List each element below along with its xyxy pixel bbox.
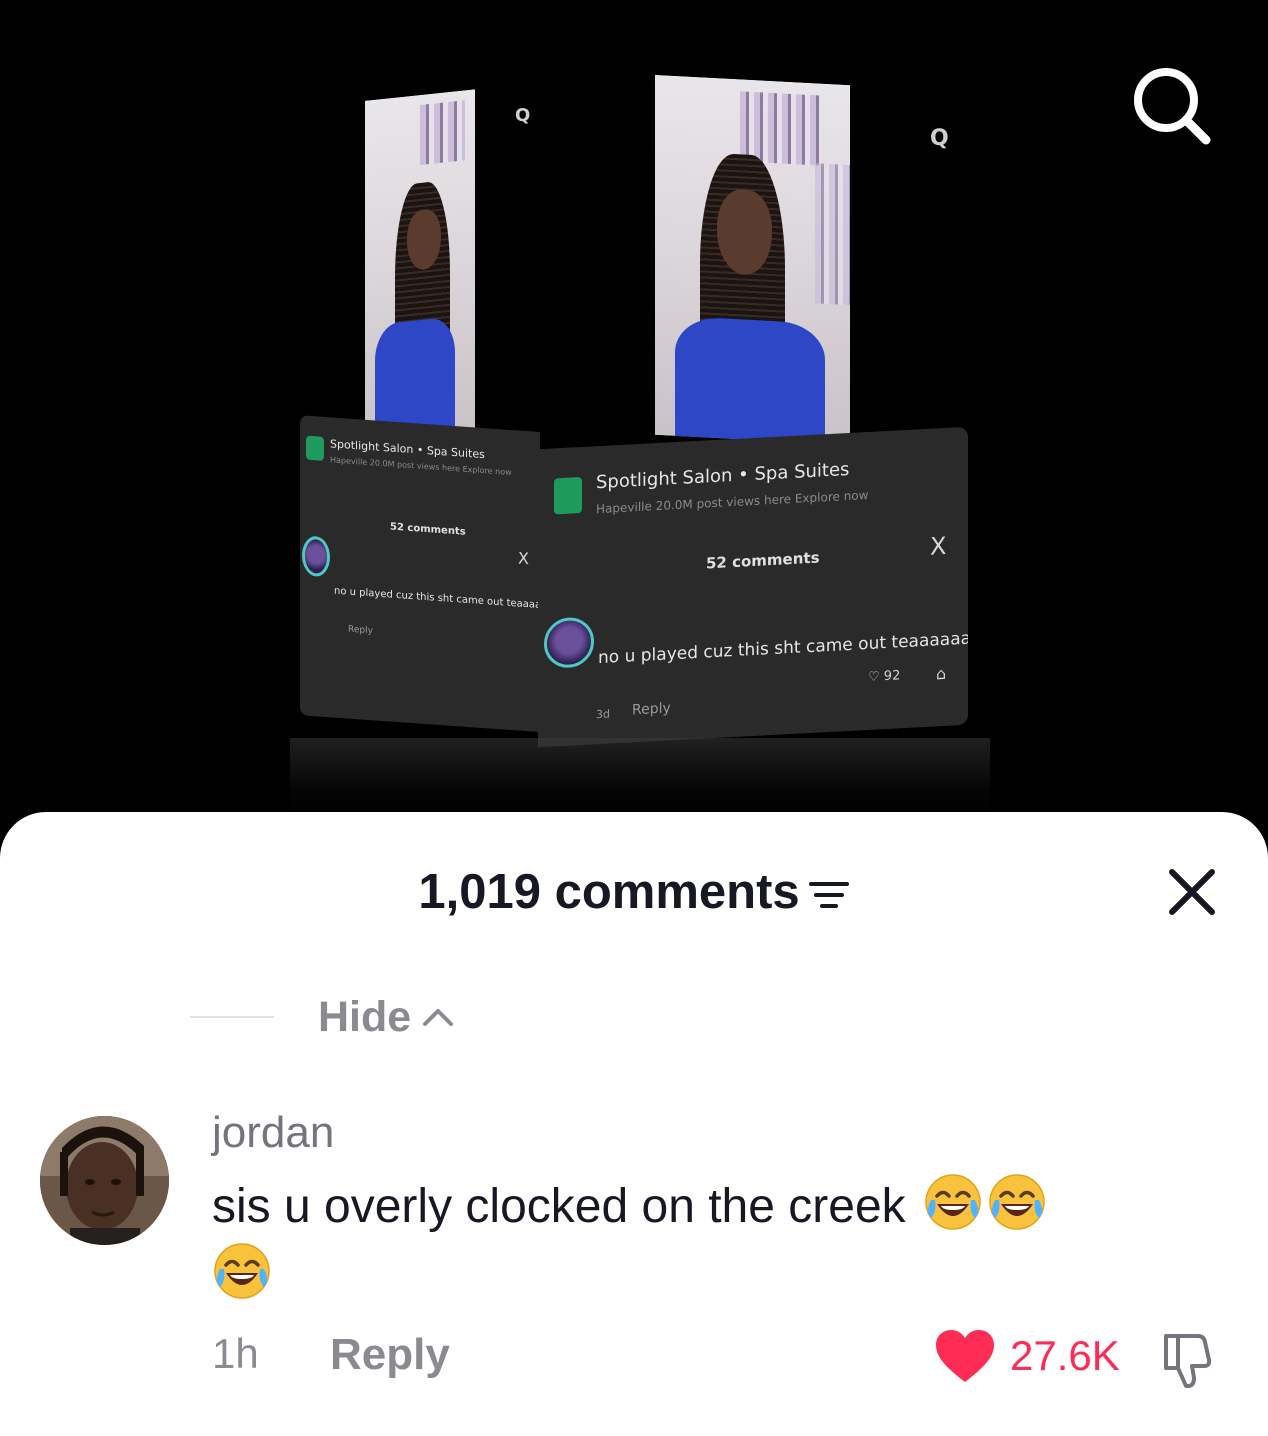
close-comments-button[interactable] bbox=[1162, 862, 1222, 922]
embedded-comment-time: 3d bbox=[596, 707, 610, 722]
embedded-account-name: Spotlight Salon • Spa Suites bbox=[596, 458, 850, 494]
embedded-like-count: 92 bbox=[883, 668, 901, 685]
embedded-subline: Hapeville 20.0M post views here Explore … bbox=[596, 487, 869, 517]
commenter-avatar[interactable] bbox=[40, 1116, 169, 1245]
chevron-up-icon bbox=[423, 1009, 454, 1026]
comment-username[interactable]: jordan bbox=[212, 1108, 334, 1158]
reply-button[interactable]: Reply bbox=[330, 1330, 450, 1380]
hide-label: Hide bbox=[318, 992, 412, 1041]
embedded-comment-panel: Spotlight Salon • Spa Suites Hapeville 2… bbox=[538, 426, 968, 748]
embedded-avatar bbox=[544, 616, 594, 669]
embedded-comment-count: 52 comments bbox=[706, 548, 820, 573]
video-photo-right bbox=[655, 74, 850, 446]
filter-icon[interactable] bbox=[808, 880, 850, 910]
comments-header: 1,019 comments bbox=[0, 864, 1268, 920]
heart-icon bbox=[936, 1330, 994, 1382]
salon-logo-icon bbox=[554, 476, 582, 515]
dislike-button[interactable] bbox=[1158, 1328, 1220, 1390]
like-count: 27.6K bbox=[1010, 1332, 1120, 1379]
mini-search-icon: Q bbox=[515, 105, 531, 126]
dislike-icon bbox=[1164, 1334, 1212, 1388]
embedded-like: ♡ 92 bbox=[868, 668, 901, 685]
mini-search-icon: Q bbox=[930, 126, 949, 151]
reply-divider bbox=[190, 1016, 274, 1018]
embedded-close-icon: X bbox=[930, 531, 947, 561]
hide-replies-button[interactable]: Hide bbox=[318, 993, 455, 1042]
video-content-cube: Q Q Spotlight Salon • Spa Suites Hapevil… bbox=[290, 70, 990, 830]
embedded-comment-text: no u played cuz this sht came out teaaaa… bbox=[598, 627, 968, 669]
tears-of-joy-emoji bbox=[989, 1174, 1045, 1230]
comment-time: 1h bbox=[212, 1330, 259, 1377]
video-player[interactable]: Q Q Spotlight Salon • Spa Suites Hapevil… bbox=[0, 0, 1268, 830]
tears-of-joy-emoji bbox=[925, 1174, 981, 1230]
close-icon bbox=[1169, 869, 1215, 915]
video-photo-left bbox=[365, 89, 475, 446]
tears-of-joy-emoji bbox=[214, 1243, 270, 1299]
hide-replies-row: Hide bbox=[190, 992, 455, 1042]
like-button[interactable]: 27.6K bbox=[934, 1328, 1120, 1384]
embedded-reply-label: Reply bbox=[632, 700, 671, 719]
comments-count-title: 1,019 comments bbox=[418, 865, 800, 919]
embedded-dislike-icon: ⌂ bbox=[936, 663, 947, 684]
comments-sheet: 1,019 comments Hide jordan sis u overly … bbox=[0, 812, 1268, 1436]
search-icon bbox=[1134, 68, 1211, 145]
search-button[interactable] bbox=[1128, 62, 1218, 152]
comment-text: sis u overly clocked on the creek bbox=[212, 1180, 906, 1233]
embedded-comment-panel-left: Spotlight Salon • Spa Suites Hapeville 2… bbox=[300, 415, 540, 732]
comment-body: sis u overly clocked on the creek bbox=[212, 1172, 1212, 1310]
